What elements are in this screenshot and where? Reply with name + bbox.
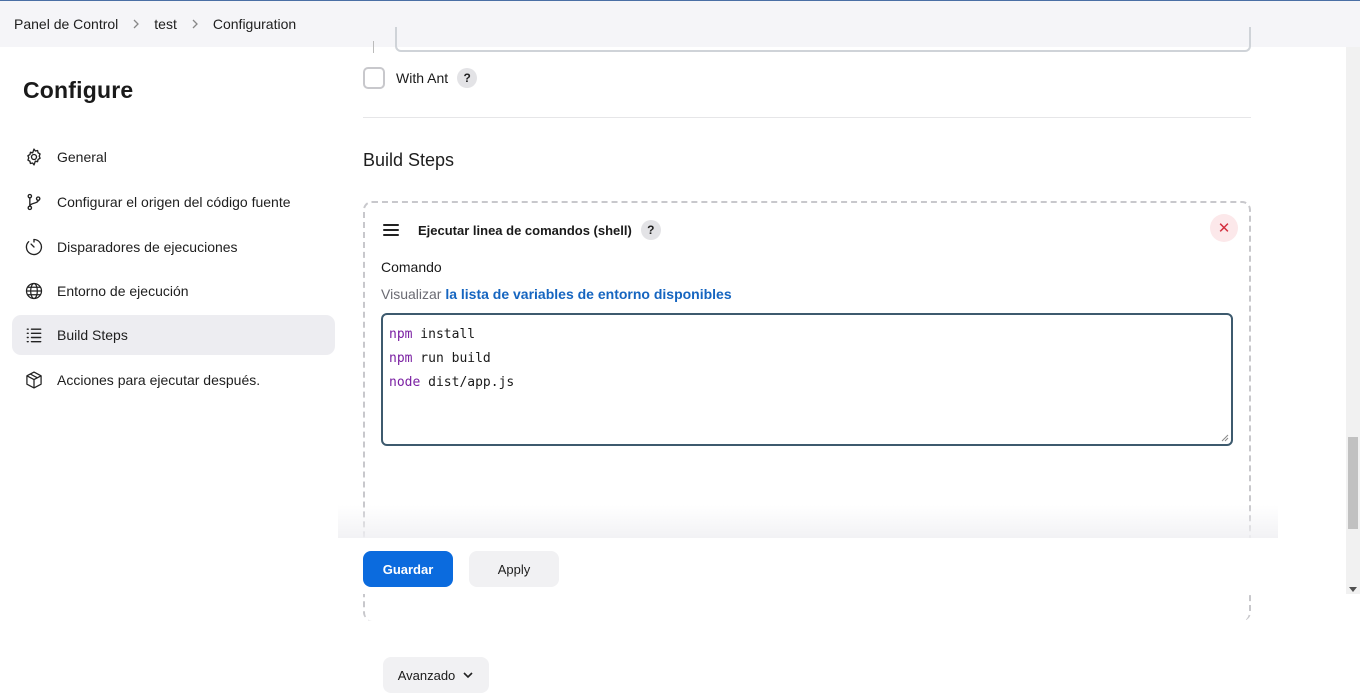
sidebar-item-label: Build Steps [57,327,128,343]
sidebar-item-environment[interactable]: Entorno de ejecución [12,271,335,311]
command-label: Comando [381,259,442,275]
section-title: Build Steps [363,150,455,170]
env-vars-hint: Visualizar la lista de variables de ento… [381,286,732,302]
delete-step-button[interactable]: ✕ [1210,214,1238,242]
command-textarea[interactable]: npm install npm run build node dist/app.… [381,313,1233,446]
globe-icon [23,280,45,302]
list-icon [23,324,45,346]
with-ant-checkbox[interactable] [363,67,385,89]
help-icon[interactable]: ? [457,68,478,88]
sidebar-item-source-code[interactable]: Configurar el origen del código fuente [12,182,335,222]
build-step-title: Ejecutar linea de comandos (shell) ? [418,220,661,240]
chevron-right-icon [190,19,200,29]
close-icon: ✕ [1217,220,1231,237]
timer-icon [23,236,45,258]
drag-handle-icon[interactable] [383,224,399,236]
with-ant-label[interactable]: With Ant [396,70,448,86]
scrollbar-thumb[interactable] [1348,437,1358,529]
help-icon[interactable]: ? [640,220,661,240]
sidebar: Configure General Configurar el origen d… [0,47,345,594]
resize-handle-icon[interactable] [1221,434,1229,442]
sidebar-item-label: Configurar el origen del código fuente [57,194,291,210]
code-line: npm run build [389,351,491,366]
env-vars-link[interactable]: la lista de variables de entorno disponi… [445,286,731,302]
apply-button[interactable]: Apply [469,551,559,587]
package-icon [23,369,45,391]
advanced-label: Avanzado [397,667,456,683]
with-ant-option: With Ant ? [363,67,478,89]
sidebar-item-build-steps[interactable]: Build Steps [12,315,335,355]
breadcrumb-item-test[interactable]: test [154,16,177,32]
gear-icon [23,146,45,168]
sidebar-item-label: Acciones para ejecutar después. [57,372,261,388]
text-field[interactable] [395,27,1251,52]
bottom-fade [338,505,1278,539]
sidebar-item-triggers[interactable]: Disparadores de ejecuciones [12,227,335,267]
sidebar-item-label: General [57,149,107,165]
section-divider [363,117,1251,118]
sidebar-item-post-build[interactable]: Acciones para ejecutar después. [12,360,335,400]
code-line: npm install [389,327,476,342]
scrollbar[interactable] [1346,47,1360,594]
advanced-button[interactable]: Avanzado [383,657,489,693]
build-step-title-text: Ejecutar linea de comandos (shell) [418,222,632,238]
bottom-action-bar: Guardar Apply [338,538,1348,594]
env-vars-prefix: Visualizar [381,286,442,302]
save-button[interactable]: Guardar [363,551,453,587]
chevron-right-icon [131,19,141,29]
scroll-down-icon[interactable] [1349,587,1357,592]
page-title: Configure [23,77,134,103]
sidebar-item-general[interactable]: General [12,137,335,177]
breadcrumb-item-dashboard[interactable]: Panel de Control [14,16,118,32]
breadcrumb-item-configuration[interactable]: Configuration [213,16,296,32]
chevron-down-icon [463,672,473,679]
divider [373,41,374,53]
code-line: node dist/app.js [389,375,515,390]
sidebar-item-label: Entorno de ejecución [57,283,189,299]
sidebar-item-label: Disparadores de ejecuciones [57,239,238,255]
source-branch-icon [23,191,45,213]
